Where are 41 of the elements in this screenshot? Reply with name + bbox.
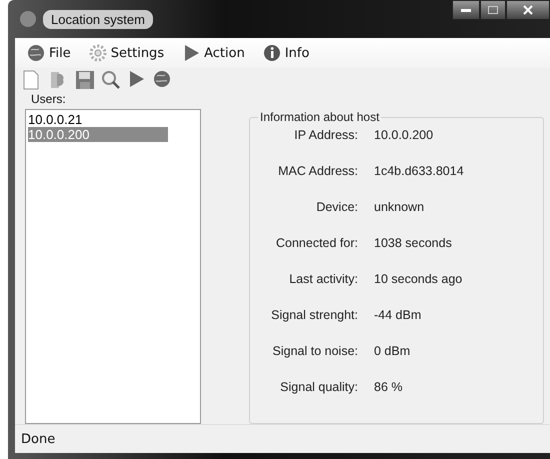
page-icon <box>23 70 39 90</box>
close-icon <box>523 5 533 15</box>
menu-item[interactable]: Settings <box>84 42 168 64</box>
field-label: Connected for: <box>275 236 358 250</box>
gear-icon <box>88 44 107 62</box>
field-value: 10.0.0.200 <box>374 128 434 142</box>
group-title: Information about host <box>259 110 380 124</box>
menu-item[interactable]: Action <box>178 42 249 64</box>
minimize-button[interactable] <box>452 0 480 20</box>
close-button[interactable] <box>506 0 550 20</box>
field-label: Signal to noise: <box>272 344 358 358</box>
toolbar-button[interactable] <box>101 70 121 90</box>
play-icon <box>182 44 200 62</box>
toolbar-button[interactable] <box>75 70 95 90</box>
field-label: Signal strenght: <box>270 308 358 322</box>
field-label: Device: <box>315 200 358 214</box>
field-label: Last activity: <box>288 272 358 286</box>
list-item[interactable]: 10.0.0.21 <box>28 112 168 127</box>
toolbar-button[interactable] <box>153 70 173 90</box>
maximize-icon <box>488 6 498 14</box>
minimize-icon <box>461 8 471 12</box>
field-value: 10 seconds ago <box>374 272 464 286</box>
field-value: 0 dBm <box>374 344 412 358</box>
menu-item[interactable]: Info <box>258 42 314 64</box>
field-label: IP Address: <box>293 128 358 142</box>
field-label: MAC Address: <box>277 164 358 178</box>
users-label: Users: <box>30 92 67 106</box>
field-label: Signal quality: <box>279 380 358 394</box>
menu-item[interactable]: File <box>23 42 75 64</box>
field-value: 1038 seconds <box>374 236 453 250</box>
search-icon <box>101 70 121 90</box>
info-icon <box>262 44 281 62</box>
field-value: -44 dBm <box>374 308 422 322</box>
window-title: Location system <box>43 10 153 28</box>
field-value: unknown <box>374 200 426 214</box>
maximize-button[interactable] <box>480 0 506 20</box>
save-icon <box>75 70 95 90</box>
play-icon <box>127 70 145 88</box>
status-text: Done <box>21 432 56 446</box>
field-value: 86 % <box>374 380 404 394</box>
field-value: 1c4b.d633.8014 <box>374 164 465 178</box>
